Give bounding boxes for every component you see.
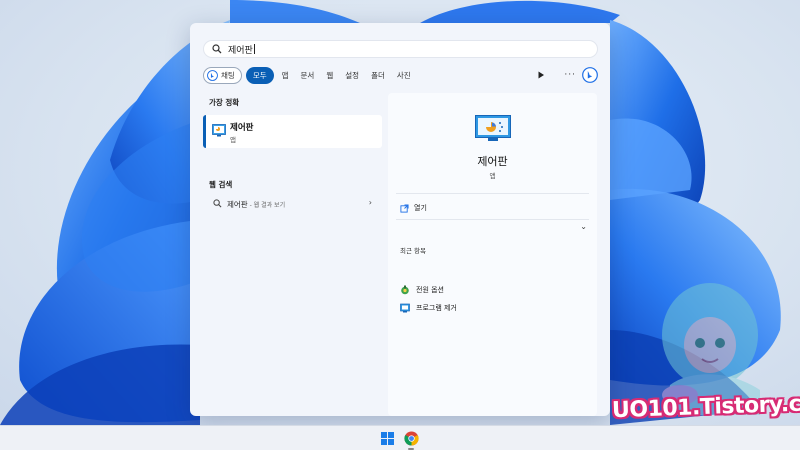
search-input[interactable]: 제어판: [228, 43, 253, 56]
filter-web[interactable]: 웹: [322, 67, 337, 84]
detail-app-name: 제어판: [477, 155, 508, 168]
text-caret: [253, 44, 255, 54]
result-details: 제어판 앱 열기 ⌄ 최근 항목 전원 옵션 프로그램 제거: [388, 93, 597, 416]
best-match-name: 제어판: [230, 123, 254, 133]
chevron-right-icon: ›: [368, 198, 372, 207]
web-search-result[interactable]: 제어판 - 웹 결과 보기 ›: [203, 196, 382, 212]
filter-chat[interactable]: 채팅: [203, 66, 242, 84]
filter-settings[interactable]: 설정: [341, 67, 363, 84]
control-panel-icon: [212, 124, 226, 137]
uninstall-program-icon: [400, 303, 410, 313]
best-match-type: 앱: [230, 136, 236, 144]
best-match-result[interactable]: 제어판 앱: [203, 115, 382, 148]
recent-item-uninstall-program[interactable]: 프로그램 제거: [400, 303, 457, 313]
recent-items-heading: 최근 항목: [400, 247, 426, 255]
start-search-panel: 제어판 채팅 모두 앱 문서 웹 설정 폴더 사진 ··· 가장 정확 제어판 …: [190, 23, 610, 416]
open-action[interactable]: 열기: [400, 203, 427, 213]
web-search-heading: 웹 검색: [209, 180, 233, 189]
web-search-icon: [213, 199, 222, 208]
results-list: 가장 정확 제어판 앱 웹 검색 제어판 - 웹 결과 보기 ›: [203, 93, 383, 413]
open-icon: [400, 203, 409, 213]
control-panel-large-icon: [475, 115, 511, 141]
search-icon: [212, 44, 222, 54]
detail-app-type: 앱: [489, 172, 496, 180]
filter-documents[interactable]: 문서: [297, 67, 319, 84]
divider: [396, 219, 589, 220]
power-options-icon: [401, 285, 409, 295]
play-icon[interactable]: [536, 70, 546, 80]
filter-apps[interactable]: 앱: [278, 67, 293, 84]
bing-icon[interactable]: [582, 67, 598, 83]
divider: [396, 193, 589, 194]
windows-start-icon[interactable]: [381, 432, 394, 445]
recent-item-power-options[interactable]: 전원 옵션: [400, 285, 444, 295]
filter-folders[interactable]: 폴더: [367, 67, 389, 84]
chevron-down-icon[interactable]: ⌄: [580, 222, 587, 231]
taskbar: [0, 425, 800, 450]
more-options-icon[interactable]: ···: [564, 70, 576, 80]
web-search-text: 제어판 - 웹 결과 보기: [227, 200, 286, 209]
search-box[interactable]: 제어판: [203, 40, 598, 58]
filter-photos[interactable]: 사진: [393, 67, 415, 84]
best-match-heading: 가장 정확: [209, 98, 240, 107]
filter-actions: ···: [536, 66, 598, 84]
filter-bar: 채팅 모두 앱 문서 웹 설정 폴더 사진 ···: [203, 66, 598, 84]
filter-all[interactable]: 모두: [245, 66, 274, 84]
bing-chat-icon: [207, 69, 218, 81]
chrome-icon[interactable]: [404, 431, 419, 446]
